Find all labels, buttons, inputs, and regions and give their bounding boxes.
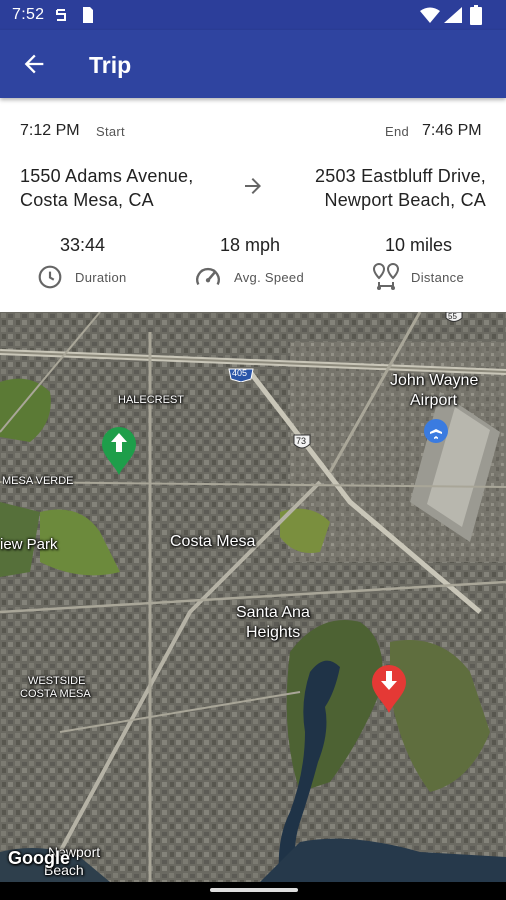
airport-icon[interactable]	[423, 418, 449, 444]
highway-73-label: 73	[296, 436, 307, 446]
trip-summary-card: 7:12 PM Start End 7:46 PM 1550 Adams Ave…	[0, 98, 506, 312]
start-address-line1: 1550 Adams Avenue,	[20, 166, 194, 186]
end-address: 2503 Eastbluff Drive, Newport Beach, CA	[315, 164, 486, 212]
map-label-john-wayne: John Wayne	[390, 372, 479, 389]
home-gesture-handle[interactable]	[210, 888, 298, 892]
map-label-santa-ana: Santa Ana	[236, 604, 310, 621]
map-label-view-park: iew Park	[0, 536, 58, 553]
start-time: 7:12 PM	[20, 122, 80, 139]
route-icon	[372, 262, 400, 290]
end-address-line2: Newport Beach, CA	[324, 190, 486, 210]
battery-icon	[470, 5, 482, 25]
system-nav-bar	[0, 882, 506, 900]
map-label-westside: WESTSIDE	[28, 675, 86, 687]
highway-55-label: 55	[448, 312, 457, 321]
start-marker-icon[interactable]	[100, 426, 138, 476]
google-attribution: Google	[8, 848, 70, 868]
map-label-heights: Heights	[246, 624, 301, 641]
end-address-line1: 2503 Eastbluff Drive,	[315, 166, 486, 186]
duration-value: 33:44	[60, 235, 106, 255]
distance-label: Distance	[411, 270, 464, 285]
trip-map[interactable]: 405 73 55 HALECREST MESA VERDE iew Park …	[0, 312, 506, 882]
arrow-right-icon	[245, 178, 261, 194]
signal-icon	[444, 7, 462, 23]
highway-405-label: 405	[232, 368, 248, 378]
sync-icon	[56, 9, 66, 21]
start-address-line2: Costa Mesa, CA	[20, 190, 154, 210]
avg-speed-label: Avg. Speed	[234, 270, 304, 285]
duration-label: Duration	[75, 270, 127, 285]
wifi-icon	[420, 7, 440, 23]
map-label-mesa-verde: MESA VERDE	[2, 475, 74, 487]
sim-card-icon	[83, 7, 93, 23]
page-title: Trip	[89, 52, 132, 78]
clock-icon	[38, 265, 62, 289]
end-time: 7:46 PM	[422, 122, 482, 139]
start-label: Start	[96, 124, 125, 139]
status-bar: 7:52	[0, 0, 506, 30]
map-label-westside-costa-mesa: COSTA MESA	[20, 688, 91, 700]
speedometer-icon	[196, 267, 220, 286]
distance-value: 10 miles	[385, 235, 453, 255]
end-marker-icon[interactable]	[370, 664, 408, 714]
arrow-left-icon[interactable]	[20, 50, 48, 78]
map-label-airport: Airport	[410, 392, 458, 409]
map-label-costa-mesa: Costa Mesa	[170, 533, 256, 550]
status-time: 7:52	[12, 6, 45, 23]
avg-speed-value: 18 mph	[220, 235, 281, 255]
end-label: End	[385, 124, 410, 139]
app-bar: Trip	[0, 30, 506, 98]
map-label-halecrest: HALECREST	[118, 394, 185, 406]
start-address: 1550 Adams Avenue, Costa Mesa, CA	[20, 164, 193, 212]
